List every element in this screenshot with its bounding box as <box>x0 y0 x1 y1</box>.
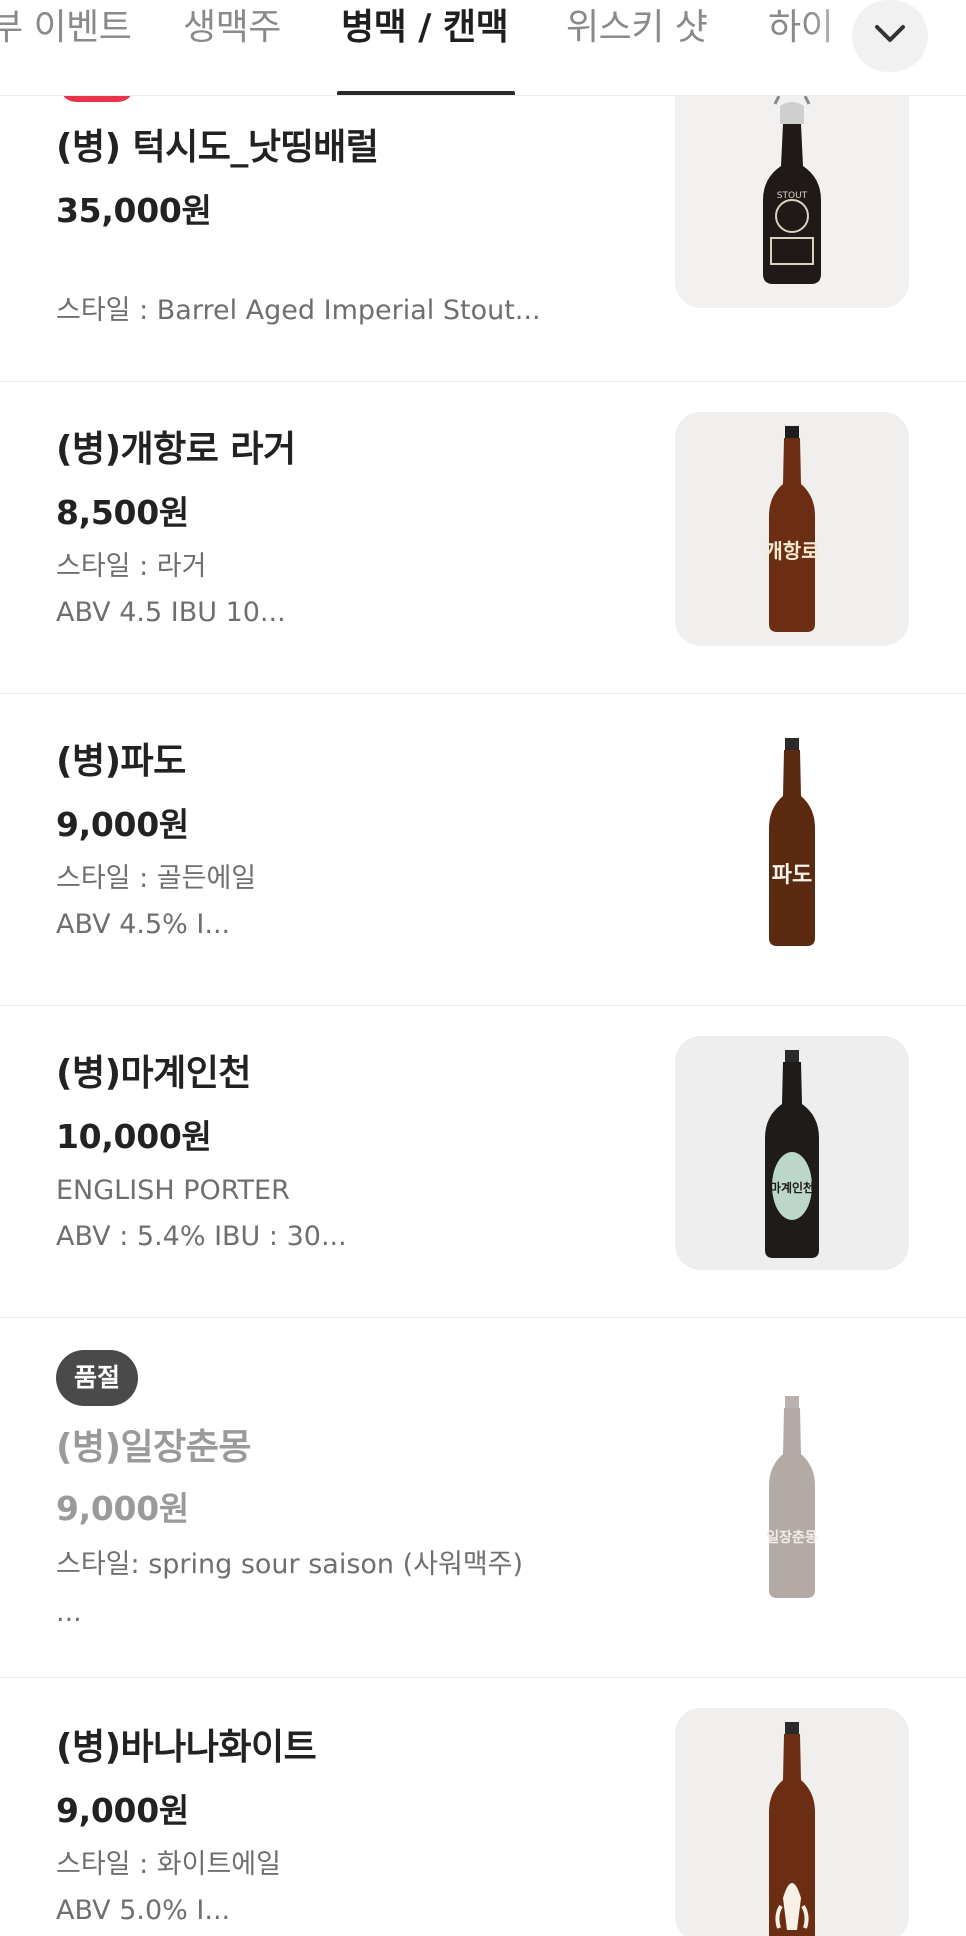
bottle-label: 개항로 <box>764 539 819 563</box>
product-abv: ABV 4.5 IBU 10... <box>56 597 286 628</box>
tab-whisky-shot[interactable]: 위스키 샷 <box>566 0 708 95</box>
product-name: (병)개항로 라거 <box>56 429 296 470</box>
product-image <box>675 1708 909 1936</box>
product-price: 9,000원 <box>56 1489 189 1528</box>
product-image: 파도 <box>675 724 909 958</box>
active-tab-indicator <box>337 91 515 95</box>
product-style: 스타일 : 화이트에일 <box>56 1849 281 1880</box>
product-style: 스타일 : 골든에일 <box>56 863 257 894</box>
product-name: (병)파도 <box>56 741 186 782</box>
product-style: 스타일: spring sour saison (사워맥주) <box>56 1549 524 1580</box>
product-abv: ABV 5.0% I... <box>56 1895 231 1926</box>
product-price: 8,500원 <box>56 493 189 532</box>
product-row[interactable]: (병)바나나화이트 9,000원 스타일 : 화이트에일 ABV 5.0% I.… <box>0 1678 966 1936</box>
bottle-label: 마계인천 <box>770 1180 814 1195</box>
product-price: 9,000원 <box>56 805 189 844</box>
product-image: 일장춘몽 <box>675 1382 909 1616</box>
product-row[interactable]: (병)개항로 라거 8,500원 스타일 : 라거 ABV 4.5 IBU 10… <box>0 382 966 694</box>
product-name: (병)마계인천 <box>56 1053 252 1094</box>
product-price: 35,000원 <box>56 191 212 230</box>
product-row[interactable]: (병)파도 9,000원 스타일 : 골든에일 ABV 4.5% I... 파도 <box>0 694 966 1006</box>
svg-text:STOUT: STOUT <box>777 191 808 201</box>
chevron-down-icon <box>873 23 907 49</box>
product-image: STOUT <box>675 96 909 308</box>
product-name: (병)바나나화이트 <box>56 1727 317 1768</box>
tab-bottle-can-beer[interactable]: 병맥 / 캔맥 <box>341 0 509 95</box>
product-name: (병)일장춘몽 <box>56 1427 252 1468</box>
product-price: 9,000원 <box>56 1791 189 1830</box>
sold-out-badge: 품절 <box>56 1350 138 1406</box>
tab-event[interactable]: 부 이벤트 <box>0 0 132 95</box>
product-row[interactable]: (병) 턱시도_낫띵배럴 35,000원 스타일 : Barrel Aged I… <box>0 70 966 382</box>
product-style: 스타일 : Barrel Aged Imperial Stout... <box>56 295 541 326</box>
product-row[interactable]: (병)마계인천 10,000원 ENGLISH PORTER ABV : 5.4… <box>0 1006 966 1318</box>
category-tab-bar: 부 이벤트 생맥주 병맥 / 캔맥 위스키 샷 하이 <box>0 0 966 96</box>
menu-page: 부 이벤트 생맥주 병맥 / 캔맥 위스키 샷 하이 (병) 턱시도_낫띵배럴 … <box>0 0 966 1936</box>
product-image: 개항로 <box>675 412 909 646</box>
tab-draft-beer[interactable]: 생맥주 <box>183 0 281 95</box>
expand-tabs-button[interactable] <box>852 0 928 72</box>
product-abv: ABV 4.5% I... <box>56 909 231 940</box>
product-row[interactable]: 품절 (병)일장춘몽 9,000원 스타일: spring sour saiso… <box>0 1318 966 1678</box>
product-image: 마계인천 <box>675 1036 909 1270</box>
product-abv: ABV : 5.4% IBU : 30... <box>56 1221 347 1252</box>
product-extra: ... <box>56 1597 82 1628</box>
product-price: 10,000원 <box>56 1117 212 1156</box>
product-style: 스타일 : 라거 <box>56 551 207 582</box>
product-style: ENGLISH PORTER <box>56 1175 290 1206</box>
bottle-label: 파도 <box>772 863 812 888</box>
bottle-label: 일장춘몽 <box>766 1529 818 1546</box>
product-name: (병) 턱시도_낫띵배럴 <box>56 127 379 168</box>
